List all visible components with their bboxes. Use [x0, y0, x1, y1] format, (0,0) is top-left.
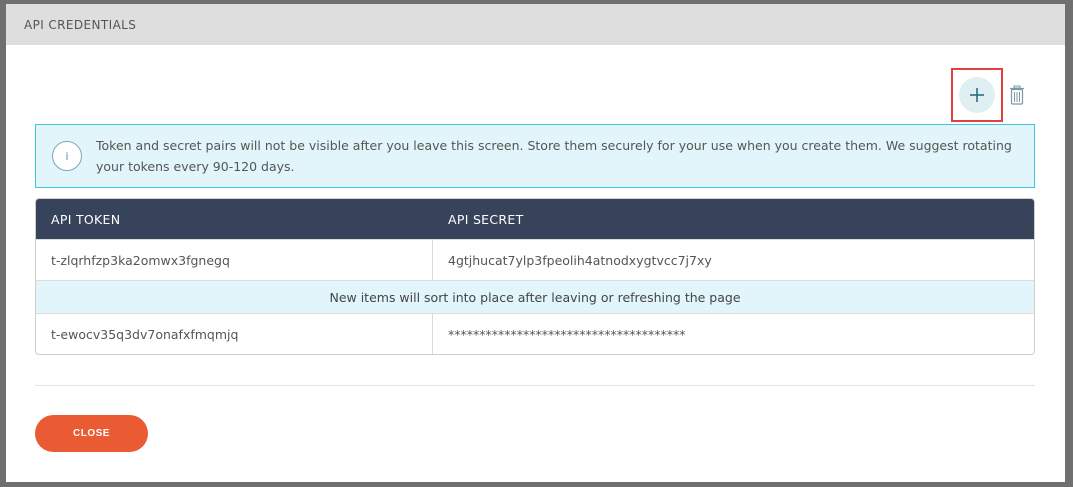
info-banner: i Token and secret pairs will not be vis…: [35, 124, 1035, 188]
api-secret-cell: **************************************: [448, 326, 686, 342]
credential-actions: [951, 67, 1025, 123]
add-credential-button[interactable]: [959, 77, 995, 113]
table-header: API TOKEN API SECRET: [36, 199, 1034, 239]
api-token-cell[interactable]: t-zlqrhfzp3ka2omwx3fgnegq: [36, 240, 433, 280]
column-header-api-secret: API SECRET: [448, 211, 524, 227]
column-header-api-token: API TOKEN: [51, 211, 121, 227]
api-secret-cell[interactable]: 4gtjhucat7ylp3fpeolih4atnodxygtvcc7j7xy: [433, 240, 1034, 280]
table-row: t-ewocv35q3dv7onafxfmqmjq **************…: [36, 313, 1034, 354]
modal-header: API CREDENTIALS: [6, 4, 1065, 45]
table-row: t-zlqrhfzp3ka2omwx3fgnegq 4gtjhucat7ylp3…: [36, 239, 1034, 280]
close-button[interactable]: CLOSE: [35, 415, 148, 452]
modal-title: API CREDENTIALS: [24, 17, 137, 32]
credentials-table: API TOKEN API SECRET t-zlqrhfzp3ka2omwx3…: [35, 198, 1035, 355]
api-credentials-modal: API CREDENTIALS i Token and secret pairs…: [6, 4, 1065, 482]
api-token-cell[interactable]: t-ewocv35q3dv7onafxfmqmjq: [36, 314, 433, 354]
info-text: Token and secret pairs will not be visib…: [96, 138, 1012, 174]
trash-icon: [1010, 85, 1024, 105]
add-button-highlight: [951, 68, 1003, 122]
delete-credential-button[interactable]: [1009, 84, 1025, 106]
footer-divider: [35, 385, 1035, 386]
plus-icon: [970, 88, 984, 102]
info-icon: i: [52, 141, 82, 171]
sort-notice-row: New items will sort into place after lea…: [36, 280, 1034, 313]
